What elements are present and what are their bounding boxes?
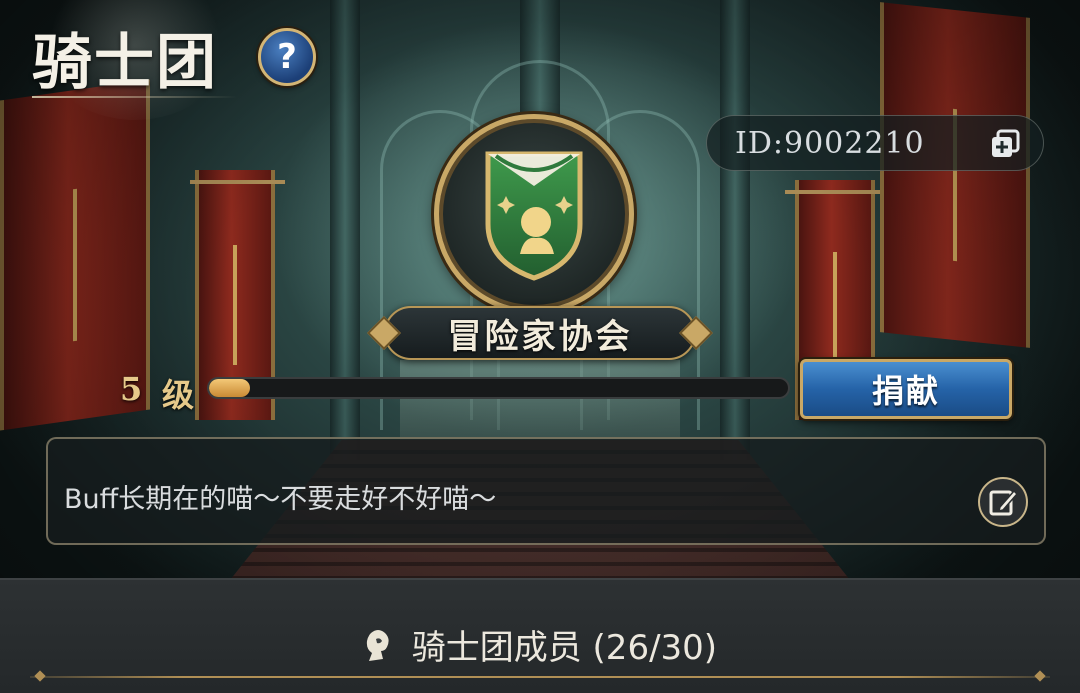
help-label: ? — [277, 37, 297, 77]
copy-plus-icon[interactable] — [989, 128, 1021, 160]
page-title: 骑士团 — [32, 28, 218, 98]
guild-name: 冒险家协会 — [447, 316, 633, 357]
guild-level-unit: 级 — [162, 376, 195, 414]
donate-label: 捐献 — [871, 372, 940, 410]
title-underline — [32, 96, 237, 98]
guild-notice-panel: Buff长期在的喵～不要走好不好喵～ — [46, 437, 1046, 545]
edit-pen-icon[interactable] — [978, 477, 1028, 527]
members-divider — [30, 676, 1050, 678]
guild-notice-text: Buff长期在的喵～不要走好不好喵～ — [64, 484, 497, 515]
question-mark-icon[interactable]: ? — [258, 28, 316, 86]
members-section-header[interactable]: 骑士团成员 (26/30) — [0, 578, 1080, 693]
guild-id-text: ID:9002210 — [735, 125, 925, 161]
member-silhouette-icon — [366, 630, 389, 661]
guild-name-banner: 冒险家协会 — [367, 306, 713, 360]
guild-exp-progress-bar — [207, 377, 790, 399]
guild-exp-progress-fill — [209, 379, 250, 397]
guild-level-number: 5 — [120, 370, 143, 408]
guild-id-box: ID:9002210 — [706, 115, 1044, 171]
green-shield-crest-icon — [485, 151, 583, 281]
members-label: 骑士团成员 (26/30) — [411, 628, 718, 668]
members-title: 骑士团成员 (26/30) — [0, 620, 1080, 669]
donate-button[interactable]: 捐献 — [800, 359, 1012, 419]
